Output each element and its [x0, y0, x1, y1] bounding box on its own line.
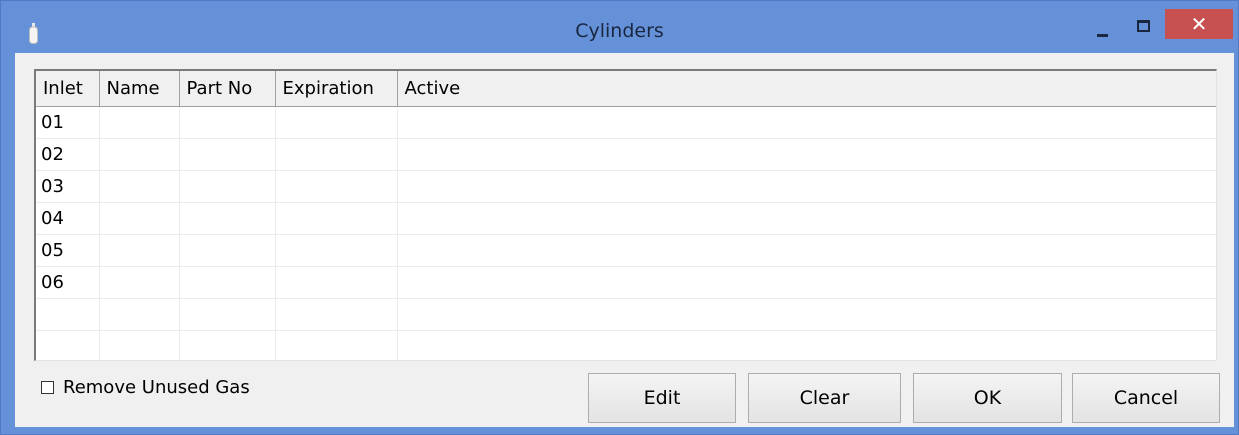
empty-table-row: [36, 298, 1216, 331]
remove-unused-gas-label: Remove Unused Gas: [63, 376, 250, 398]
cell-inlet: 06: [36, 266, 100, 299]
cell-expiration: [275, 202, 398, 235]
cell-name: [99, 266, 180, 299]
remove-unused-gas-checkbox[interactable]: [41, 380, 54, 394]
cell-part-no: [179, 170, 276, 203]
cylinders-list[interactable]: Inlet Name Part No Expiration Active 01: [34, 69, 1217, 361]
cell-inlet: 05: [36, 234, 100, 267]
header-row: Inlet Name Part No Expiration Active: [36, 71, 1216, 107]
cell-active: [397, 106, 1216, 139]
cell-inlet: 02: [36, 138, 100, 171]
cell-inlet: 03: [36, 170, 100, 203]
table-row[interactable]: 05: [36, 234, 1216, 267]
cell-name: [99, 234, 180, 267]
table-row[interactable]: 01: [36, 106, 1216, 139]
cell-expiration: [275, 170, 398, 203]
cell-expiration: [275, 138, 398, 171]
title-bar[interactable]: Cylinders ✕: [1, 1, 1238, 53]
cell-active: [397, 170, 1216, 203]
cell-name: [99, 106, 180, 139]
minimize-button[interactable]: [1089, 19, 1117, 43]
cell-name: [99, 170, 180, 203]
empty-table-row: [36, 330, 1216, 360]
cell-name: [99, 202, 180, 235]
remove-unused-gas-option[interactable]: Remove Unused Gas: [41, 375, 250, 399]
column-header-expiration[interactable]: Expiration: [275, 71, 398, 107]
column-header-active[interactable]: Active: [397, 71, 1216, 107]
cell-part-no: [179, 106, 276, 139]
cell-inlet: 01: [36, 106, 100, 139]
column-header-part-no[interactable]: Part No: [179, 71, 276, 107]
cell-active: [397, 234, 1216, 267]
cylinders-table: Inlet Name Part No Expiration Active 01: [36, 71, 1216, 360]
minimize-icon: [1097, 34, 1108, 37]
edit-button[interactable]: Edit: [588, 373, 736, 423]
cell-part-no: [179, 138, 276, 171]
cell-active: [397, 138, 1216, 171]
table-row[interactable]: 06: [36, 266, 1216, 299]
table-row[interactable]: 03: [36, 170, 1216, 203]
table-row[interactable]: 04: [36, 202, 1216, 235]
cell-expiration: [275, 266, 398, 299]
cell-name: [99, 138, 180, 171]
clear-button[interactable]: Clear: [748, 373, 901, 423]
dialog-body: Inlet Name Part No Expiration Active 01: [15, 53, 1234, 427]
close-icon: ✕: [1190, 12, 1208, 36]
cylinders-dialog: Cylinders ✕ Inlet Name Part No Expiratio…: [0, 0, 1239, 435]
cell-active: [397, 266, 1216, 299]
column-header-name[interactable]: Name: [99, 71, 180, 107]
maximize-button[interactable]: [1129, 15, 1157, 39]
cell-part-no: [179, 234, 276, 267]
cell-expiration: [275, 106, 398, 139]
maximize-icon: [1137, 20, 1150, 32]
window-title: Cylinders: [575, 20, 664, 42]
cell-part-no: [179, 202, 276, 235]
cell-part-no: [179, 266, 276, 299]
ok-button[interactable]: OK: [913, 373, 1062, 423]
table-row[interactable]: 02: [36, 138, 1216, 171]
cell-active: [397, 202, 1216, 235]
cell-expiration: [275, 234, 398, 267]
cancel-button[interactable]: Cancel: [1072, 373, 1220, 423]
close-button[interactable]: ✕: [1165, 9, 1233, 39]
cell-inlet: 04: [36, 202, 100, 235]
column-header-inlet[interactable]: Inlet: [36, 71, 100, 107]
